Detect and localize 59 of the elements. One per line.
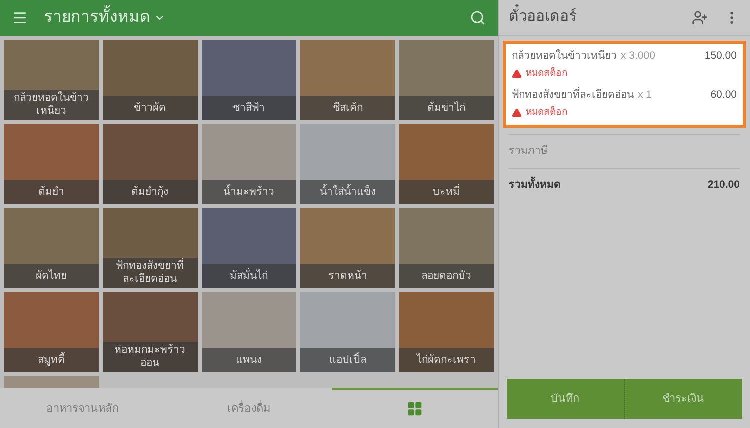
item-price: 150.00 <box>704 49 737 64</box>
warning-icon <box>512 68 522 79</box>
item-label: บะหมี่ <box>433 186 460 198</box>
menu-item-tile[interactable]: ชีสเค้ก <box>300 40 396 120</box>
menu-item-tile[interactable]: น้ำใส่น้ำแข็ง <box>300 124 396 204</box>
order-title: ตั๋วออเดอร์ <box>509 6 692 29</box>
menu-item-tile[interactable]: ผัดไทย <box>4 208 99 288</box>
item-label: น้ำใส่น้ำแข็ง <box>320 186 376 198</box>
item-label: ต้มข่าไก่ <box>428 102 466 114</box>
item-label: ไก่ผัดกะเพรา <box>417 354 476 366</box>
item-label: ฟักทองสังขยาที่ละเอียดอ่อน <box>115 260 186 286</box>
menu-item-tile[interactable]: มัสมั่นไก่ <box>202 208 296 288</box>
item-quantity: x 3.000 <box>621 49 656 64</box>
stock-warning: หมดสต็อก <box>526 66 568 81</box>
item-label: ชาสีฟ้า <box>232 102 265 114</box>
menu-item-tile[interactable]: ต้มยำ <box>4 124 99 204</box>
item-label: ลอยดอกบัว <box>422 270 472 282</box>
menu-item-tile[interactable]: ชาสีฟ้า <box>202 40 296 120</box>
menu-item-tile[interactable]: ห่อหมกมะพร้าวอ่อน <box>102 292 198 372</box>
item-label: ชีสเค้ก <box>332 102 363 114</box>
tax-label: รวมภาษี <box>509 144 548 159</box>
menu-icon[interactable] <box>12 10 28 26</box>
item-label: มัสมั่นไก่ <box>230 270 268 282</box>
menu-item-tile[interactable]: ฟักทองสังขยาที่ละเอียดอ่อน <box>102 208 198 288</box>
item-label: ราดหน้า <box>328 270 368 282</box>
category-dropdown[interactable]: รายการทั้งหมด <box>44 6 166 30</box>
menu-item-tile[interactable]: แอปเปิ้ล <box>300 292 396 372</box>
menu-item-tile[interactable]: สมูทตี้ <box>4 292 99 372</box>
item-label: ต้มยำกุ้ง <box>132 186 169 198</box>
item-name[interactable]: กล้วยหอดในข้าวเหนียว <box>512 49 617 65</box>
menu-item-tile[interactable]: ต้มยำกุ้ง <box>102 124 198 204</box>
item-label: แอปเปิ้ล <box>329 354 366 366</box>
item-label: ห่อหมกมะพร้าวอ่อน <box>114 344 187 370</box>
item-label: ข้าวผัด <box>134 102 166 114</box>
stock-warning: หมดสต็อก <box>526 106 568 120</box>
grid-icon <box>407 401 423 417</box>
item-label: สมูทตี้ <box>38 354 65 366</box>
total-amount: 210.00 <box>708 178 740 193</box>
item-price: 60.00 <box>710 88 737 103</box>
item-label: กล้วยหอดในข้าวเหนียว <box>12 92 90 118</box>
menu-item-tile[interactable]: ราดหน้า <box>300 208 396 288</box>
item-label: แพนง <box>236 354 262 366</box>
menu-item-tile[interactable]: กล้วยหอดในข้าวเหนียว <box>4 40 99 120</box>
add-person-icon[interactable] <box>692 10 708 26</box>
item-label: ต้มยำ <box>38 186 64 198</box>
menu-item-tile[interactable]: น้ำมะพร้าว <box>202 124 296 204</box>
menu-item-tile[interactable]: ข้าวผัด <box>102 40 198 120</box>
item-name[interactable]: ฟักทองสังขยาที่ละเอียดอ่อน <box>512 88 634 104</box>
item-label: น้ำมะพร้าว <box>223 186 274 198</box>
total-label: รวมทั้งหมด <box>509 178 561 193</box>
menu-item-tile[interactable]: บะหมี่ <box>399 124 494 204</box>
menu-item-tile[interactable]: ลอยดอกบัว <box>399 208 494 288</box>
menu-item-tile[interactable]: ไก่ผัดกะเพรา <box>399 292 494 372</box>
item-label: ผัดไทย <box>36 270 67 282</box>
menu-item-tile[interactable]: แพนง <box>202 292 296 372</box>
warning-icon <box>512 108 522 118</box>
search-icon[interactable] <box>470 10 486 26</box>
menu-item-tile[interactable]: ต้มข่าไก่ <box>399 40 494 120</box>
item-quantity: x 1 <box>638 88 652 103</box>
